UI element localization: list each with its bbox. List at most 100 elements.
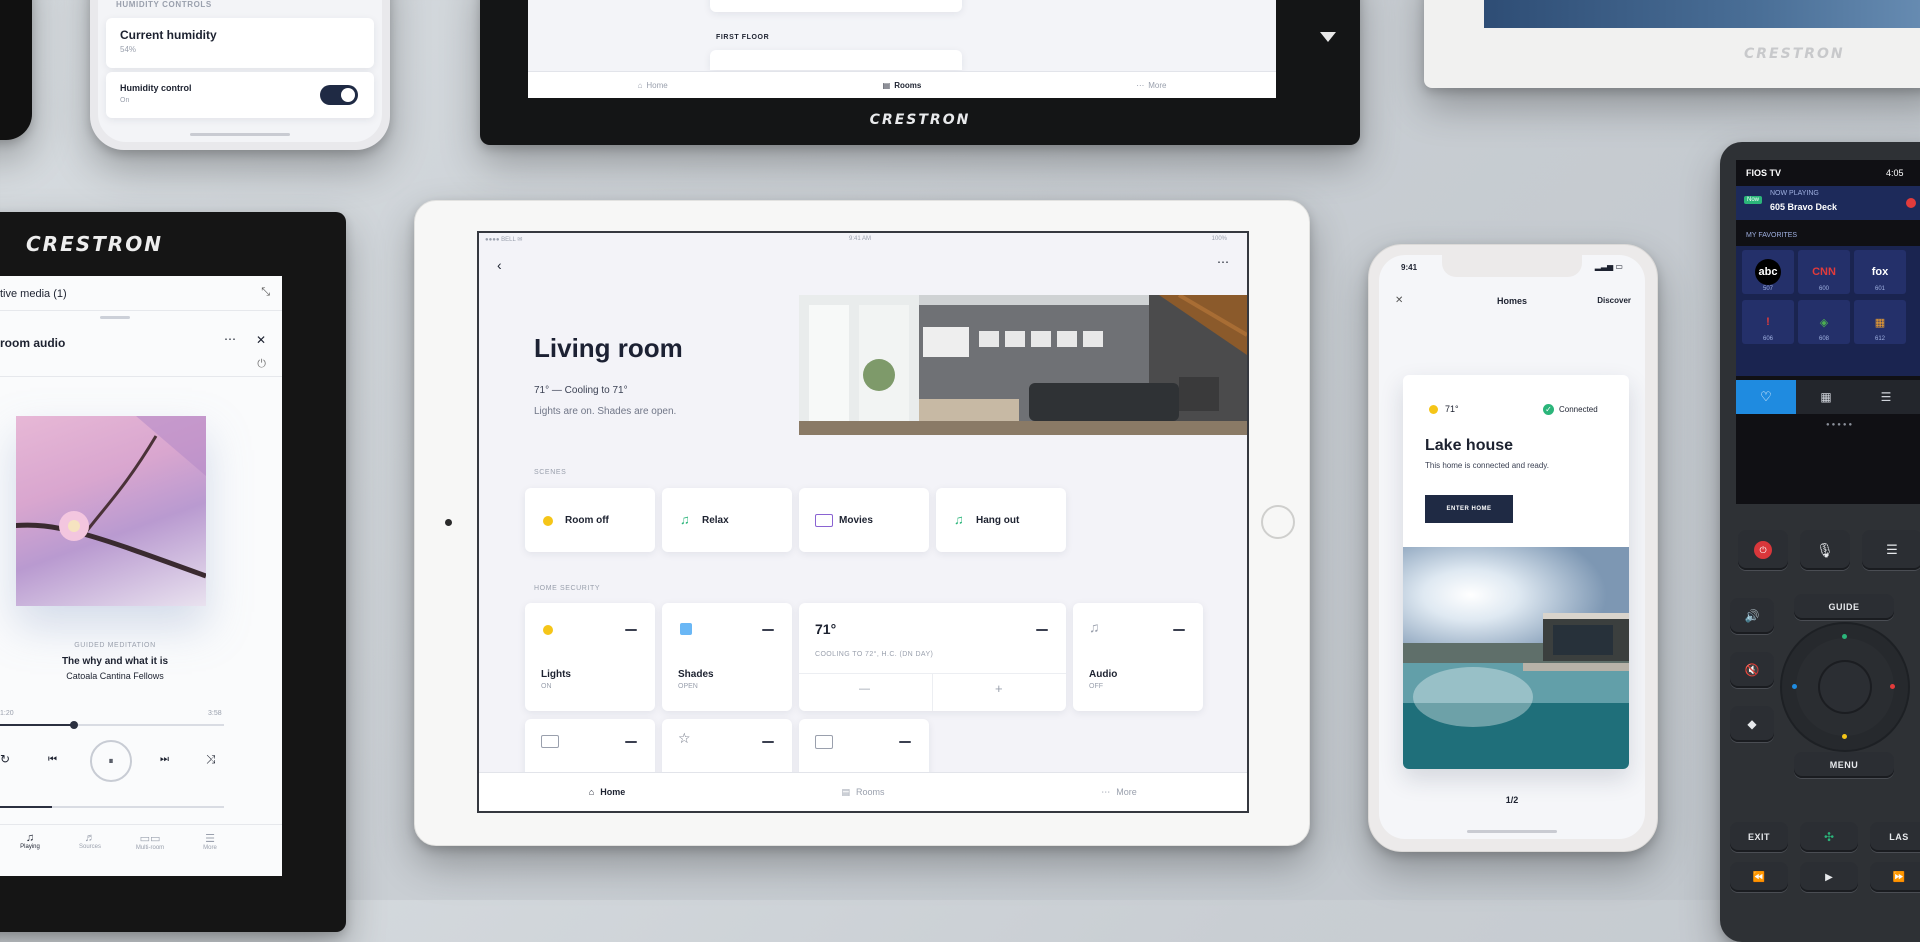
minus-icon[interactable]: [762, 629, 774, 631]
now-playing-bar[interactable]: Now NOW PLAYING 605 Bravo Deck: [1736, 186, 1920, 220]
current-humidity-label: Current humidity: [120, 28, 217, 42]
volume-button[interactable]: 🔊: [1730, 598, 1774, 634]
guide-button[interactable]: GUIDE: [1794, 594, 1894, 620]
home-card[interactable]: 71° ✓ Connected Lake house This home is …: [1403, 375, 1629, 769]
camera-icon: [815, 735, 833, 749]
page-dots: ●●●●●: [1826, 422, 1855, 428]
ok-button[interactable]: [1820, 662, 1870, 712]
channel-tile[interactable]: ! 606: [1742, 300, 1794, 344]
enter-home-button[interactable]: ENTER HOME: [1425, 495, 1513, 523]
mute-button[interactable]: 🔇: [1730, 652, 1774, 688]
tile-favorites[interactable]: ☆: [662, 719, 792, 779]
last-button[interactable]: LAS: [1870, 822, 1920, 852]
minus-icon[interactable]: [762, 741, 774, 743]
room-photo: [799, 295, 1247, 435]
play-button[interactable]: ▶: [1800, 862, 1858, 892]
pause-button[interactable]: ⏸: [90, 740, 132, 782]
chevron-down-icon[interactable]: [1320, 32, 1336, 42]
channel-tile[interactable]: CNN 600: [1798, 250, 1850, 294]
current-humidity-card: Current humidity 54%: [106, 18, 374, 68]
voice-button[interactable]: 🎙: [1800, 530, 1850, 570]
music-note-icon: ♫: [680, 512, 690, 527]
minus-icon[interactable]: [625, 629, 637, 631]
menu-icon-button[interactable]: ☰: [1862, 530, 1920, 570]
next-icon[interactable]: ⏭: [160, 754, 169, 765]
scene-movies[interactable]: Movies: [799, 488, 929, 552]
shades-tile[interactable]: Shades OPEN: [662, 603, 792, 711]
exit-button[interactable]: EXIT: [1730, 822, 1788, 852]
scene-hang-out[interactable]: ♫ Hang out: [936, 488, 1066, 552]
scene-relax[interactable]: ♫ Relax: [662, 488, 792, 552]
play-icon: ▶: [1825, 871, 1833, 883]
color-keys-icon: ✣: [1823, 830, 1835, 844]
ipad-home-button[interactable]: [1261, 505, 1295, 539]
favorites-tab[interactable]: ♡: [1736, 380, 1796, 414]
track-artist: Catoala Cantina Fellows: [66, 671, 164, 681]
overflow-menu-icon[interactable]: ⋯: [1217, 255, 1229, 269]
sources-icon: ♬: [84, 832, 96, 844]
power-icon: ⏻: [1754, 541, 1772, 559]
overflow-menu-icon[interactable]: ⋯: [224, 332, 236, 346]
channel-tile[interactable]: ◈ 608: [1798, 300, 1850, 344]
climate-tile[interactable]: 71° COOLING TO 72°, H.C. (DN DAY) — +: [799, 603, 1066, 711]
grid-tab[interactable]: ▦: [1796, 380, 1856, 414]
lights-tile[interactable]: Lights ON: [525, 603, 655, 711]
audio-tile[interactable]: ♫ Audio OFF: [1073, 603, 1203, 711]
expand-icon[interactable]: ⤡: [261, 286, 270, 299]
wall-tab-home[interactable]: ⌂ Home: [528, 72, 777, 98]
sun-icon: [1429, 405, 1438, 414]
minus-icon[interactable]: [899, 741, 911, 743]
channel-tile[interactable]: fox 601: [1854, 250, 1906, 294]
music-note-icon: ♫: [954, 512, 964, 527]
discover-link[interactable]: Discover: [1597, 296, 1631, 305]
heart-icon: ♡: [1760, 389, 1772, 404]
music-note-icon: ♫: [1089, 619, 1100, 635]
wall-tab-more[interactable]: ⋯ More: [1027, 72, 1276, 98]
rewind-button[interactable]: ⏪: [1730, 862, 1788, 892]
temp-increase-button[interactable]: +: [995, 681, 1003, 696]
scene-room-off[interactable]: Room off: [525, 488, 655, 552]
dpad[interactable]: [1780, 622, 1910, 752]
back-icon[interactable]: ‹: [497, 257, 502, 273]
channel-button[interactable]: ◆: [1730, 706, 1774, 742]
current-humidity-value: 54%: [120, 45, 137, 54]
nav-more[interactable]: ☰ More: [180, 832, 240, 851]
tile-tv[interactable]: [525, 719, 655, 779]
pager: 1/2: [1505, 795, 1519, 805]
fast-forward-button[interactable]: ⏩: [1870, 862, 1920, 892]
temp-decrease-button[interactable]: —: [859, 683, 870, 695]
progress-track[interactable]: [0, 721, 224, 729]
repeat-icon[interactable]: ↻: [0, 752, 10, 766]
ipad-camera: [445, 519, 452, 526]
nav-playing[interactable]: ♫ Playing: [0, 832, 60, 851]
power-button[interactable]: ⏻: [1738, 530, 1788, 570]
shuffle-icon[interactable]: ⤨: [206, 752, 216, 767]
menu-button[interactable]: MENU: [1794, 752, 1894, 778]
minus-icon[interactable]: [625, 741, 637, 743]
channel-tile[interactable]: ▦ 612: [1854, 300, 1906, 344]
power-icon[interactable]: ⏻: [257, 358, 266, 371]
tab-rooms[interactable]: ▤ Rooms: [735, 773, 991, 811]
scenes-label: SCENES: [534, 469, 567, 476]
minus-icon[interactable]: [1036, 629, 1048, 631]
nav-sources[interactable]: ♬ Sources: [60, 832, 120, 851]
nav-multiroom[interactable]: ▭▭ Multi-room: [120, 832, 180, 851]
color-keys-button[interactable]: ✣: [1800, 822, 1858, 852]
white-panel-screen: [1484, 0, 1920, 28]
multiroom-icon: ▭▭: [139, 833, 161, 845]
track-title: The why and what it is: [61, 656, 169, 667]
home-indicator: [1467, 830, 1557, 833]
previous-icon[interactable]: ⏮: [48, 754, 57, 765]
home-photo: [1403, 547, 1629, 769]
minus-icon[interactable]: [1173, 629, 1185, 631]
humidity-toggle[interactable]: [320, 85, 358, 105]
wall-tab-rooms[interactable]: ▤ Rooms: [777, 72, 1026, 98]
tile-security[interactable]: [799, 719, 929, 779]
humidity-control-card[interactable]: Humidity control On: [106, 72, 374, 118]
close-icon[interactable]: ✕: [256, 333, 266, 347]
iphone: 9:41 ▂▃▅ ▭ ✕ Homes Discover 71° ✓ Connec…: [1368, 244, 1658, 852]
tab-more[interactable]: ⋯ More: [991, 773, 1247, 811]
list-tab[interactable]: ☰: [1856, 380, 1916, 414]
tab-home[interactable]: ⌂ Home: [479, 773, 735, 811]
channel-tile[interactable]: abc 507: [1742, 250, 1794, 294]
